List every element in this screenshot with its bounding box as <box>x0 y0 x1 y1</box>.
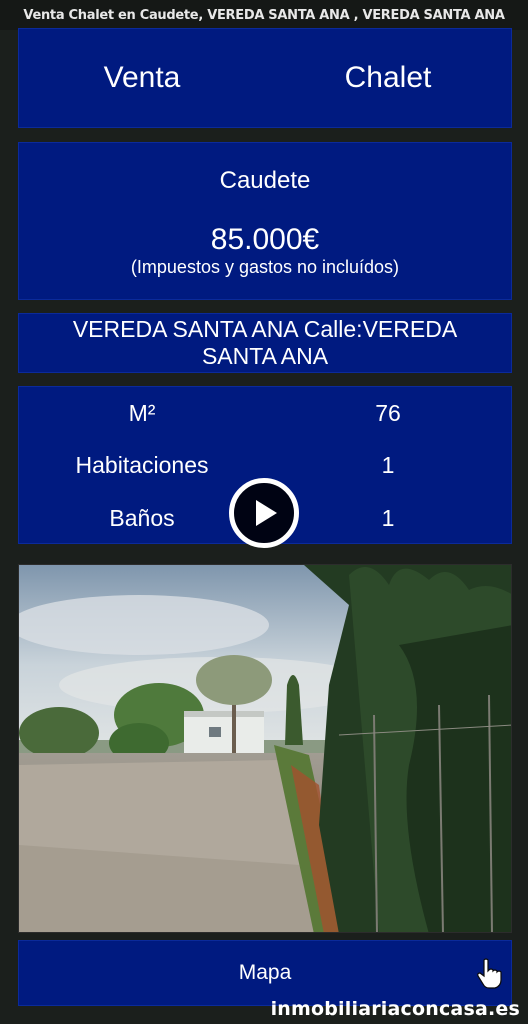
address-panel: VEREDA SANTA ANA Calle:VEREDA SANTA ANA <box>18 313 512 373</box>
map-button-label: Mapa <box>238 961 292 984</box>
page-title: Venta Chalet en Caudete, VEREDA SANTA AN… <box>23 7 505 23</box>
summary-panel: Venta Chalet <box>18 28 512 128</box>
page-header: Venta Chalet en Caudete, VEREDA SANTA AN… <box>0 0 528 30</box>
feature-label: Habitaciones <box>75 451 209 478</box>
play-icon <box>256 500 277 526</box>
map-button[interactable]: Mapa <box>18 940 512 1006</box>
feature-row-area: M² 76 <box>19 388 511 438</box>
address-text: VEREDA SANTA ANA Calle:VEREDA SANTA ANA <box>72 316 458 369</box>
city-label: Caudete <box>219 167 311 194</box>
pointer-hand-icon <box>477 958 502 989</box>
feature-label: Baños <box>109 504 175 531</box>
play-video-button[interactable] <box>229 478 299 548</box>
feature-value: 1 <box>381 451 395 478</box>
feature-value: 76 <box>375 399 401 426</box>
feature-value: 1 <box>381 504 395 531</box>
operation-label: Venta <box>103 61 181 94</box>
feature-label: M² <box>128 399 156 426</box>
price-note: (Impuestos y gastos no incluídos) <box>130 257 400 277</box>
brand-watermark: inmobiliariaconcasa.es <box>270 998 520 1020</box>
property-type-label: Chalet <box>344 61 432 94</box>
property-photo-image <box>19 565 511 932</box>
property-photo[interactable] <box>18 564 512 933</box>
price-value: 85.000€ <box>210 223 320 256</box>
price-panel: Caudete 85.000€ (Impuestos y gastos no i… <box>18 142 512 300</box>
